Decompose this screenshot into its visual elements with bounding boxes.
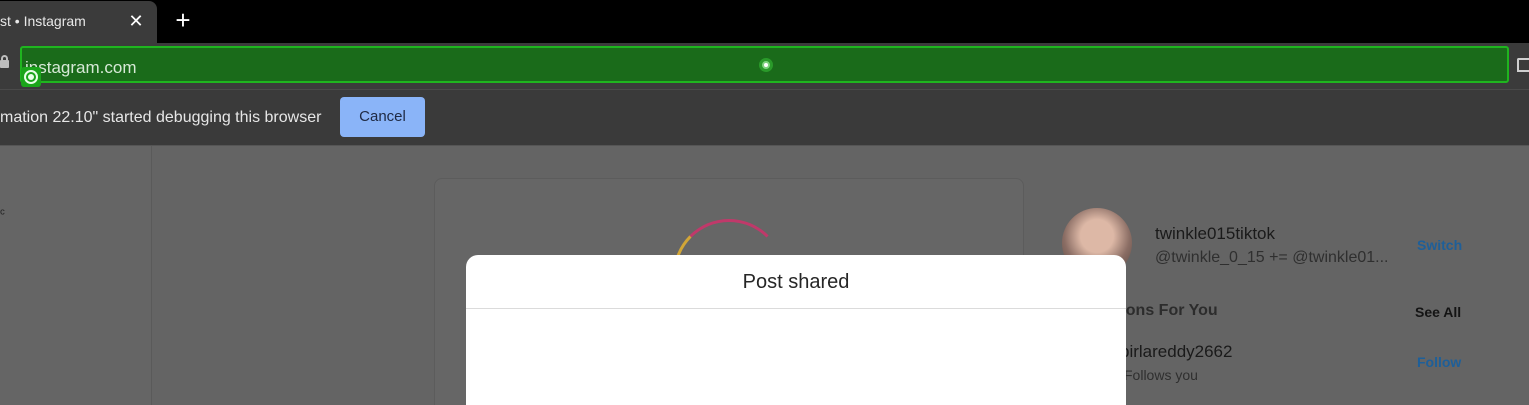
cancel-debugging-button[interactable]: Cancel [340,97,425,137]
profile-username[interactable]: twinkle015tiktok [1155,224,1275,244]
address-bar[interactable]: instagram.com [20,46,1509,83]
suggestion-subtitle: Follows you [1124,367,1198,383]
dialog-title: Post shared [742,271,850,293]
nav-icon[interactable]: ᶜ [0,205,5,221]
profile-handle: @twinkle_0_15 += @twinkle01... [1155,249,1389,266]
browser-toolbar: instagram.com [0,43,1529,89]
lock-icon[interactable] [0,55,9,68]
browser-tab[interactable]: st • Instagram ✕ [0,1,157,43]
dialog-header: Post shared [466,255,1126,309]
left-navigation: ᶜ [0,146,152,405]
tab-title: st • Instagram [0,13,86,29]
tab-strip: st • Instagram ✕ + [0,0,1529,43]
address-bar-url: instagram.com [25,58,137,77]
share-icon[interactable] [1517,58,1529,72]
post-shared-dialog: Post shared [466,255,1126,405]
suggestions-heading: tions For You [1116,302,1218,319]
target-badge-icon [21,67,41,87]
suggestion-username[interactable]: pirlareddy2662 [1120,342,1232,362]
debug-message: mation 22.10" started debugging this bro… [0,109,322,126]
follow-button[interactable]: Follow [1417,354,1461,370]
switch-account-link[interactable]: Switch [1417,237,1462,253]
target-marker-icon [759,58,773,72]
see-all-link[interactable]: See All [1415,304,1461,320]
new-tab-icon[interactable]: + [171,7,195,33]
close-tab-icon[interactable]: ✕ [127,10,145,32]
debug-infobar: mation 22.10" started debugging this bro… [0,89,1529,146]
page-content: ᶜ twinkle015tiktok @twinkle_0_15 += @twi… [0,146,1529,405]
